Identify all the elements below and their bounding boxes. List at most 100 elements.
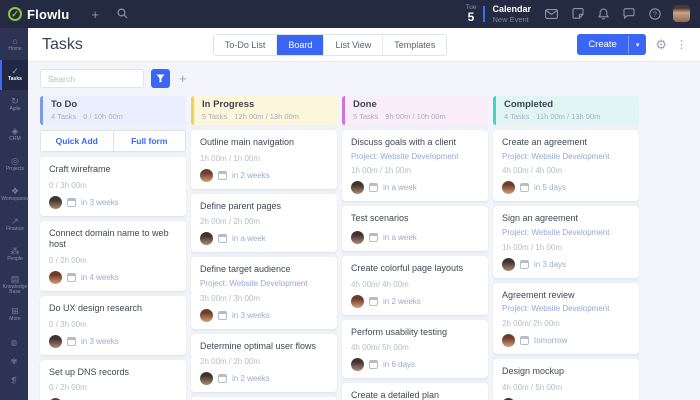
- tab-board[interactable]: Board: [277, 34, 325, 55]
- new-event-link[interactable]: New Event: [492, 15, 531, 24]
- kanban-board: To Do 4 Tasks 0 / 10h 00m Quick Add Full for…: [40, 96, 700, 400]
- column-title: To Do: [51, 99, 78, 110]
- task-card[interactable]: Connect domain name to web host 0 / 2h 00…: [40, 220, 186, 292]
- assignee-avatar[interactable]: [200, 372, 213, 386]
- task-card[interactable]: Create an agreement Project: Website Deve…: [493, 130, 639, 202]
- global-add-icon[interactable]: +: [91, 7, 99, 22]
- chat-icon[interactable]: [623, 8, 635, 20]
- task-card[interactable]: Test scenarios in a week: [342, 206, 488, 251]
- create-button[interactable]: Create ▾: [577, 34, 647, 55]
- task-card[interactable]: Design mockup4h 00m / 5h 00min 2 days: [493, 358, 639, 400]
- task-card[interactable]: Create colorful page layouts 4h 00m/ 4h 0…: [342, 255, 488, 315]
- due-date-calendar-icon: [218, 310, 227, 320]
- sidebar-item-home[interactable]: ⌂ Home: [0, 30, 28, 60]
- assignee-avatar[interactable]: [502, 257, 515, 271]
- column-header-to-do[interactable]: To Do 4 Tasks 0 / 10h 00m: [40, 96, 186, 125]
- sidebar-item-crm[interactable]: ◈ CRM: [0, 120, 28, 150]
- knowledge-base-icon: ▤: [10, 273, 20, 284]
- task-card[interactable]: Sign an agreement Project: Website Develo…: [493, 206, 639, 278]
- full-form-button[interactable]: Full form: [113, 131, 185, 151]
- quick-add-button[interactable]: Quick Add: [41, 131, 114, 151]
- page-header: Tasks To-Do List Board List View Templates …: [28, 28, 700, 62]
- global-search-icon[interactable]: [117, 7, 128, 22]
- date-widget[interactable]: Tue 5: [466, 4, 477, 23]
- sidebar-item-workspaces[interactable]: ❖ Workspaces: [0, 180, 28, 210]
- flowlu-logo[interactable]: ✓ Flowlu: [8, 7, 69, 22]
- assignee-avatar[interactable]: [49, 271, 62, 285]
- sidebar-item-people[interactable]: ⁂ People: [0, 240, 28, 270]
- tab-to-do-list[interactable]: To-Do List: [213, 34, 278, 55]
- sidebar-item-more[interactable]: ⊞ More: [0, 300, 28, 330]
- notes-icon[interactable]: [572, 8, 584, 20]
- app-extra-3-icon[interactable]: ❡: [11, 376, 18, 385]
- tab-templates[interactable]: Templates: [383, 34, 447, 55]
- task-card[interactable]: Determine optimal user flows 2h 00m / 2h …: [191, 333, 337, 393]
- user-avatar[interactable]: [673, 5, 690, 23]
- task-card[interactable]: Craft wireframe 0 / 3h 00m in 3 weeks: [40, 157, 186, 216]
- mail-icon[interactable]: [545, 9, 558, 19]
- assignee-avatar[interactable]: [200, 232, 213, 246]
- task-card[interactable]: Perform usability testing 4h 00m/ 5h 00m i…: [342, 319, 488, 379]
- app-extra-1-icon[interactable]: ◍: [11, 338, 18, 347]
- sidebar-item-tasks[interactable]: ✓ Tasks: [0, 60, 28, 90]
- notifications-bell-icon[interactable]: [598, 8, 609, 20]
- due-date-calendar-icon: [369, 360, 378, 370]
- task-project-link[interactable]: Project: Website Development: [502, 304, 630, 314]
- task-due-date: in a week: [383, 183, 417, 193]
- task-project-link[interactable]: Project: Website Development: [502, 152, 630, 162]
- column-meta: 5 Tasks 9h 00m / 10h 00m: [353, 112, 480, 121]
- task-card[interactable]: Set up DNS records0 / 2h 00min 4 weeks: [40, 359, 186, 400]
- assignee-avatar[interactable]: [351, 230, 364, 244]
- help-icon[interactable]: ?: [649, 8, 661, 20]
- app-extra-2-icon[interactable]: ✾: [11, 357, 18, 366]
- due-date-calendar-icon: [520, 259, 529, 269]
- sidebar-item-projects[interactable]: ◎ Projects: [0, 150, 28, 180]
- task-footer: in 6 days: [351, 358, 479, 372]
- sidebar-item-label: Projects: [5, 166, 25, 173]
- filter-button[interactable]: [151, 69, 170, 88]
- task-title: Design mockup: [502, 365, 565, 376]
- task-card[interactable]: Define target audience Project: Website D…: [191, 257, 337, 329]
- assignee-avatar[interactable]: [200, 168, 213, 182]
- due-date-calendar-icon: [218, 170, 227, 180]
- add-stage-icon[interactable]: +: [179, 71, 187, 86]
- assignee-avatar[interactable]: [502, 181, 515, 195]
- create-button-label[interactable]: Create: [577, 34, 628, 55]
- task-due-date: in a week: [383, 232, 417, 242]
- task-project-link[interactable]: Project: Website Development: [200, 279, 328, 289]
- assignee-avatar[interactable]: [502, 333, 515, 347]
- assignee-avatar[interactable]: [351, 181, 364, 195]
- calendar-widget[interactable]: Calendar New Event: [492, 4, 531, 24]
- tab-list-view[interactable]: List View: [324, 34, 384, 55]
- due-date-calendar-icon: [520, 335, 529, 345]
- svg-text:?: ?: [653, 11, 657, 18]
- page-title: Tasks: [42, 35, 83, 53]
- assignee-avatar[interactable]: [351, 358, 364, 372]
- sidebar-item-agile[interactable]: ↻ Agile: [0, 90, 28, 120]
- more-options-kebab-icon[interactable]: ⋮: [676, 38, 688, 51]
- column-header-in-progress[interactable]: In Progress 5 Tasks 12h 00m / 13h 00m: [191, 96, 337, 125]
- column-header-done[interactable]: Done 5 Tasks 9h 00m / 10h 00m: [342, 96, 488, 125]
- task-card[interactable]: Outline main navigation 1h 00m / 1h 00m in…: [191, 130, 337, 189]
- task-card[interactable]: Create a detailed planProject: Website D…: [342, 383, 488, 400]
- task-card[interactable]: Define parent pages 2h 00m / 2h 00m in a w…: [191, 193, 337, 253]
- column-task-count: 4 Tasks: [51, 112, 77, 121]
- assignee-avatar[interactable]: [351, 294, 364, 308]
- sidebar-item-finance[interactable]: ↗ Finance: [0, 210, 28, 240]
- column-title: Completed: [504, 99, 554, 110]
- assignee-avatar[interactable]: [49, 195, 62, 209]
- assignee-avatar[interactable]: [200, 308, 213, 322]
- sidebar-item-knowledge-base[interactable]: ▤ Knowledge Base: [0, 270, 28, 300]
- task-card[interactable]: Agreement review Project: Website Develop…: [493, 282, 639, 354]
- search-input[interactable]: [40, 69, 144, 88]
- settings-gear-icon[interactable]: ⚙: [655, 37, 667, 53]
- task-footer: in 5 days: [502, 181, 630, 195]
- task-card[interactable]: Discuss goals with a client Project: Webs…: [342, 130, 488, 202]
- create-dropdown-caret-icon[interactable]: ▾: [627, 35, 647, 54]
- task-time: 1h 00m / 1h 00m: [200, 153, 261, 163]
- column-header-completed[interactable]: Completed 4 Tasks 11h 00m / 13h 00m: [493, 96, 639, 125]
- task-project-link[interactable]: Project: Website Development: [502, 228, 630, 238]
- task-card[interactable]: Do UX design research 0 / 3h 00m in 3 week…: [40, 296, 186, 355]
- assignee-avatar[interactable]: [49, 334, 62, 348]
- task-project-link[interactable]: Project: Website Development: [351, 152, 479, 162]
